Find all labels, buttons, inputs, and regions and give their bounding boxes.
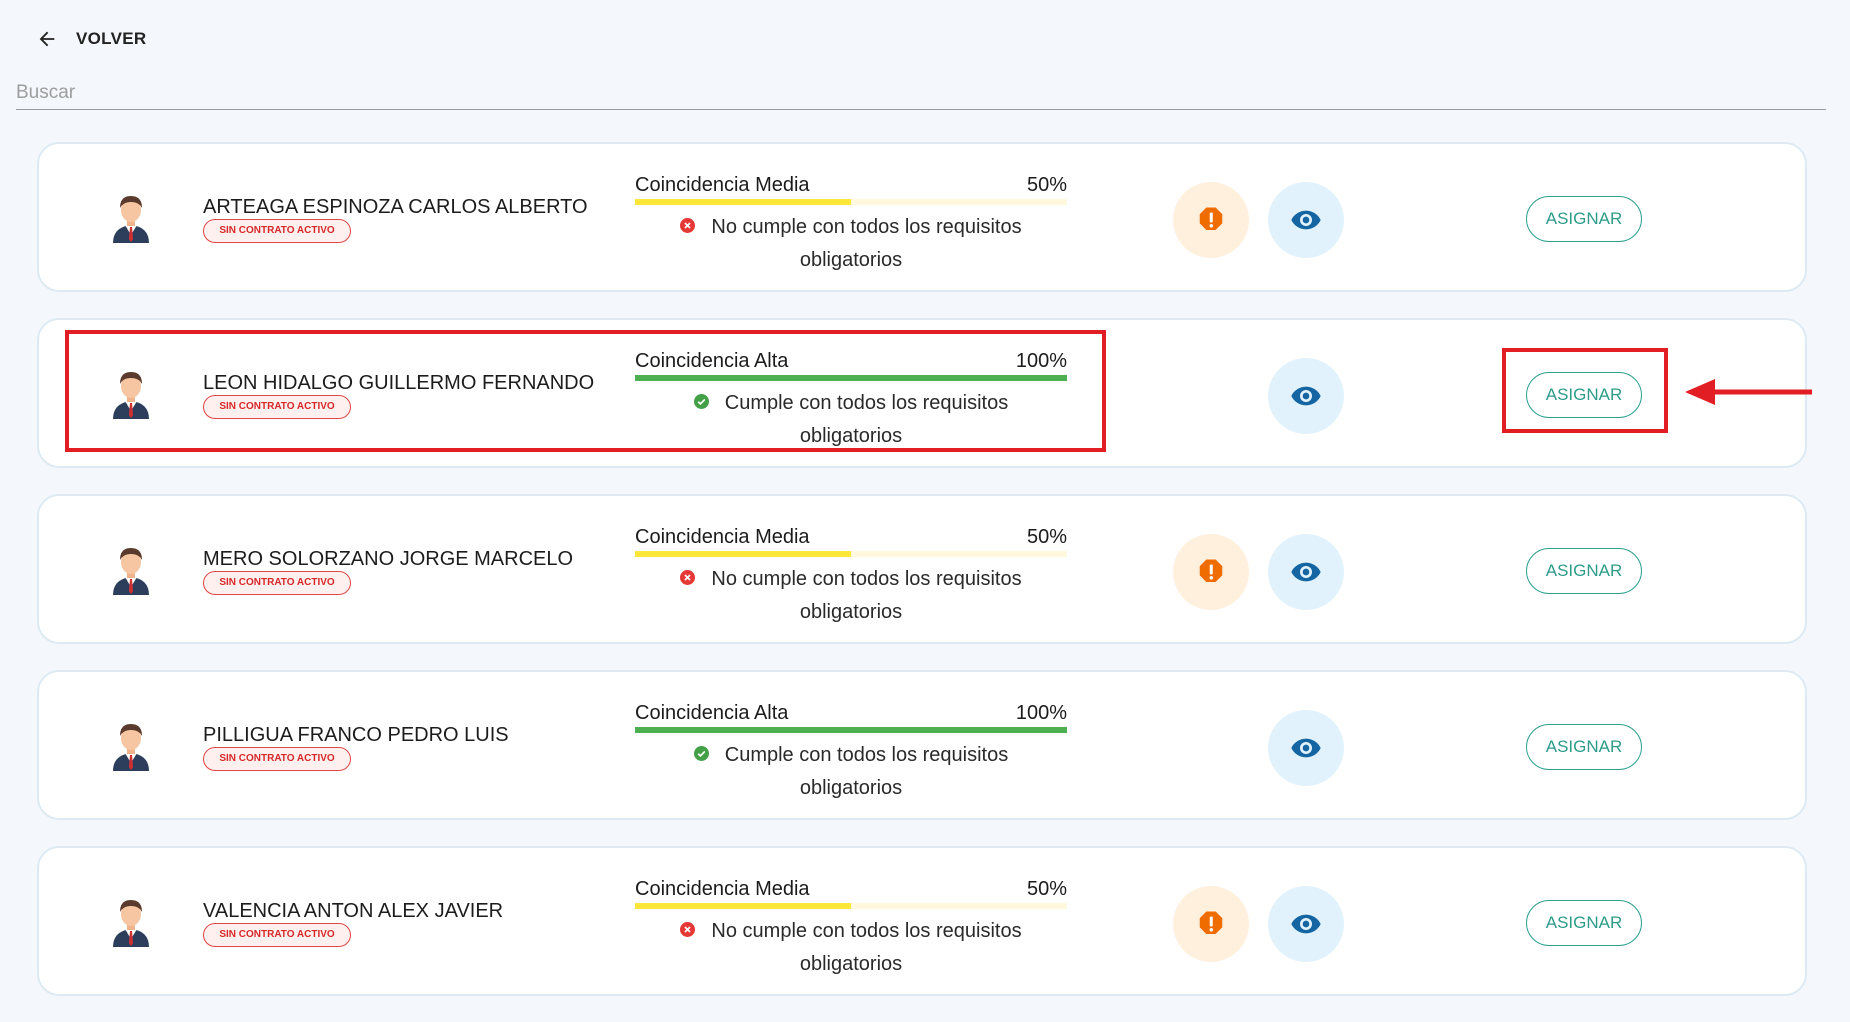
candidate-name: ARTEAGA ESPINOZA CARLOS ALBERTO: [203, 196, 588, 218]
assign-button[interactable]: ASIGNAR: [1526, 548, 1642, 594]
eye-icon: [1291, 210, 1321, 230]
eye-icon: [1291, 386, 1321, 406]
status-badge: SIN CONTRATO ACTIVO: [203, 747, 351, 771]
eye-icon: [1291, 738, 1321, 758]
match-label: Coincidencia Alta: [635, 702, 789, 724]
match-percent: 50%: [1026, 878, 1067, 900]
status-badge: SIN CONTRATO ACTIVO: [203, 571, 351, 595]
match-label: Coincidencia Media: [635, 526, 810, 548]
requirements-text-line2: obligatorios: [799, 601, 903, 623]
back-label: VOLVER: [76, 29, 147, 48]
back-button[interactable]: VOLVER: [36, 28, 146, 50]
match-section: Coincidencia Media 50% No cumple con tod…: [635, 878, 1067, 981]
check-circle-icon: [693, 746, 709, 762]
requirements-text-line2: obligatorios: [799, 249, 903, 271]
search-input[interactable]: [16, 68, 1826, 110]
match-progress-fill: [635, 903, 851, 909]
requirements-text-line1: No cumple con todos los requisitos: [711, 920, 1022, 942]
candidate-name: MERO SOLORZANO JORGE MARCELO: [203, 548, 574, 570]
warning-button[interactable]: [1173, 886, 1249, 962]
requirements-text-line1: No cumple con todos los requisitos: [711, 216, 1022, 238]
avatar-icon: [113, 196, 149, 243]
requirements-text-line2: obligatorios: [799, 777, 903, 799]
candidate-list: ARTEAGA ESPINOZA CARLOS ALBERTO SIN CONT…: [37, 142, 1807, 1022]
match-progress-fill: [635, 199, 851, 205]
candidate-card: ARTEAGA ESPINOZA CARLOS ALBERTO SIN CONT…: [37, 142, 1807, 292]
match-section: Coincidencia Media 50% No cumple con tod…: [635, 174, 1067, 277]
eye-icon: [1291, 914, 1321, 934]
status-badge: SIN CONTRATO ACTIVO: [203, 923, 351, 947]
eye-icon: [1291, 562, 1321, 582]
assign-button[interactable]: ASIGNAR: [1526, 724, 1642, 770]
candidate-name: PILLIGUA FRANCO PEDRO LUIS: [203, 724, 509, 746]
requirements-status: Cumple con todos los requisitos obligato…: [635, 739, 1067, 805]
avatar-icon: [113, 548, 149, 595]
warning-button[interactable]: [1173, 534, 1249, 610]
avatar-icon: [113, 900, 149, 947]
requirements-status: No cumple con todos los requisitos oblig…: [635, 211, 1067, 277]
view-details-button[interactable]: [1268, 358, 1344, 434]
arrow-left-icon: [39, 31, 55, 47]
candidate-card: VALENCIA ANTON ALEX JAVIER SIN CONTRATO …: [37, 846, 1807, 996]
match-progress-bar: [635, 551, 1067, 557]
requirements-status: No cumple con todos los requisitos oblig…: [635, 915, 1067, 981]
status-badge: SIN CONTRATO ACTIVO: [203, 219, 351, 243]
match-percent: 50%: [1026, 174, 1067, 196]
warning-button[interactable]: [1173, 182, 1249, 258]
requirements-text-line1: No cumple con todos los requisitos: [711, 568, 1022, 590]
requirements-status: No cumple con todos los requisitos oblig…: [635, 563, 1067, 629]
warning-octagon-icon: [1199, 559, 1223, 582]
annotation-arrow-icon: [1685, 379, 1812, 405]
warning-octagon-icon: [1199, 911, 1223, 934]
view-details-button[interactable]: [1268, 534, 1344, 610]
match-section: Coincidencia Media 50% No cumple con tod…: [635, 526, 1067, 629]
error-circle-icon: [680, 570, 696, 586]
error-circle-icon: [680, 218, 696, 234]
view-details-button[interactable]: [1268, 710, 1344, 786]
error-circle-icon: [680, 922, 696, 938]
candidate-card: PILLIGUA FRANCO PEDRO LUIS SIN CONTRATO …: [37, 670, 1807, 820]
assign-button[interactable]: ASIGNAR: [1526, 900, 1642, 946]
candidate-card: MERO SOLORZANO JORGE MARCELO SIN CONTRAT…: [37, 494, 1807, 644]
warning-octagon-icon: [1199, 207, 1223, 230]
match-progress-bar: [635, 727, 1067, 733]
match-label: Coincidencia Media: [635, 878, 810, 900]
match-percent: 50%: [1026, 526, 1067, 548]
match-progress-fill: [635, 727, 1067, 733]
requirements-text-line2: obligatorios: [799, 953, 903, 975]
match-section: Coincidencia Alta 100% Cumple con todos …: [635, 702, 1067, 805]
requirements-text-line1: Cumple con todos los requisitos: [724, 744, 1009, 766]
match-progress-fill: [635, 551, 851, 557]
match-label: Coincidencia Media: [635, 174, 810, 196]
annotation-highlight-assign: [1502, 348, 1668, 433]
annotation-highlight-candidate: [65, 330, 1106, 452]
view-details-button[interactable]: [1268, 886, 1344, 962]
assign-button[interactable]: ASIGNAR: [1526, 196, 1642, 242]
view-details-button[interactable]: [1268, 182, 1344, 258]
candidate-name: VALENCIA ANTON ALEX JAVIER: [203, 900, 504, 922]
avatar-icon: [113, 724, 149, 771]
match-progress-bar: [635, 903, 1067, 909]
match-percent: 100%: [1015, 702, 1067, 724]
match-progress-bar: [635, 199, 1067, 205]
